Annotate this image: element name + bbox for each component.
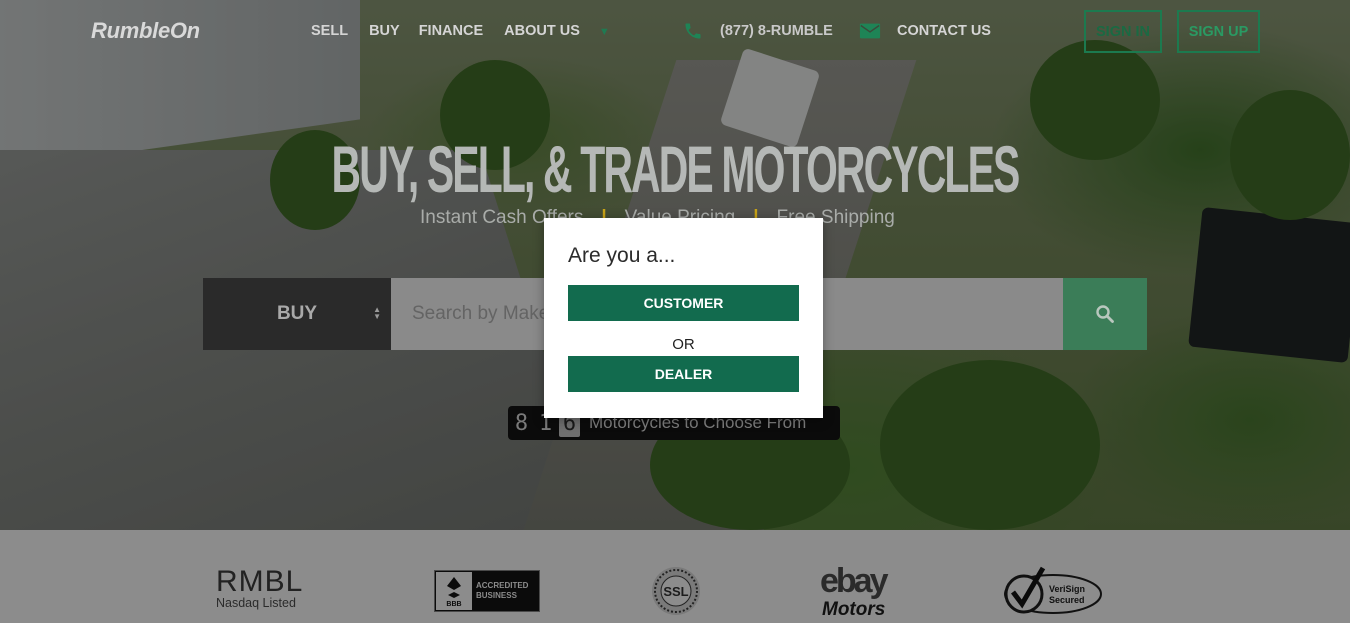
scrollbar-gutter[interactable] <box>1350 0 1366 623</box>
main-nav: SELL BUY FINANCE ABOUT US ▼ <box>311 23 610 39</box>
nav-finance[interactable]: FINANCE <box>419 23 483 39</box>
customer-button[interactable]: CUSTOMER <box>568 285 799 321</box>
nav-about-us[interactable]: ABOUT US <box>504 23 580 39</box>
select-arrows-icon: ▲ ▼ <box>373 305 381 321</box>
search-icon <box>1096 305 1114 323</box>
nav-sell[interactable]: SELL <box>311 23 348 39</box>
ebay-wordmark: ebay <box>820 562 889 600</box>
search-button[interactable] <box>1063 278 1147 350</box>
ssl-seal-icon: SSL <box>652 567 700 615</box>
hero-headline: BUY, SELL, & TRADE MOTORCYCLES <box>331 132 1021 206</box>
nav-buy[interactable]: BUY <box>369 23 400 39</box>
ebay-motors-text: Motors <box>822 599 885 618</box>
user-type-modal: Are you a... CUSTOMER OR DEALER <box>544 218 823 418</box>
verisign-line-1: VeriSign <box>1049 584 1085 594</box>
contact-label: CONTACT US <box>897 23 991 39</box>
modal-title: Are you a... <box>568 244 676 267</box>
bbb-seal-icon: BBB <box>436 572 472 610</box>
verisign-secured-logo: VeriSign Secured <box>1004 566 1102 614</box>
search-mode-select[interactable]: BUY ▲ ▼ <box>203 278 391 350</box>
search-mode-value: BUY <box>276 303 318 324</box>
bbb-seal-text: BBB <box>446 601 461 608</box>
envelope-icon <box>859 23 881 39</box>
ssl-text: SSL <box>663 584 688 599</box>
rmbl-subtitle: Nasdaq Listed <box>216 596 296 610</box>
bbb-accredited-logo: BBB ACCREDITED BUSINESS <box>434 570 540 612</box>
rmbl-ticker: RMBL <box>216 565 304 598</box>
sign-up-button[interactable]: SIGN UP <box>1177 10 1260 53</box>
bbb-line-2: BUSINESS <box>476 591 517 600</box>
sign-in-button[interactable]: SIGN IN <box>1084 10 1162 53</box>
phone-number: (877) 8-RUMBLE <box>720 23 833 39</box>
brand-logo[interactable]: RumbleOn <box>91 18 200 44</box>
phone-icon <box>685 23 701 39</box>
dealer-button[interactable]: DEALER <box>568 356 799 392</box>
counter-digit: 8 <box>514 410 529 436</box>
verisign-line-2: Secured <box>1049 595 1085 605</box>
phone-link[interactable]: (877) 8-RUMBLE <box>683 21 833 41</box>
rmbl-nasdaq-logo: RMBL Nasdaq Listed <box>216 565 304 611</box>
chevron-down-icon[interactable]: ▼ <box>599 26 610 38</box>
ebay-motors-logo: ebay Motors <box>820 562 892 618</box>
bbb-line-1: ACCREDITED <box>476 581 529 590</box>
modal-or-divider: OR <box>672 336 695 353</box>
contact-link[interactable]: CONTACT US <box>859 21 991 41</box>
